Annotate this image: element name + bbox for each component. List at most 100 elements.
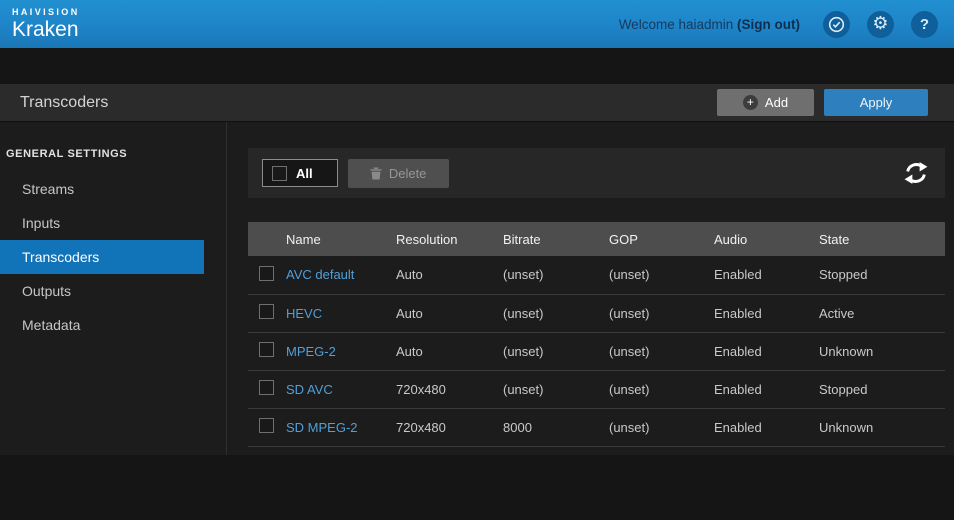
bitrate-cell: (unset) bbox=[503, 370, 609, 408]
table-row: SD MPEG-2 720x480 8000 (unset) Enabled U… bbox=[248, 408, 945, 446]
table-header: Name Resolution Bitrate GOP Audio State bbox=[248, 222, 945, 256]
audio-cell: Enabled bbox=[714, 370, 819, 408]
transcoder-link[interactable]: AVC default bbox=[286, 267, 354, 282]
row-checkbox-cell bbox=[248, 370, 286, 408]
check-circle-glyph bbox=[828, 16, 845, 33]
page-body: GENERAL SETTINGS Streams Inputs Transcod… bbox=[0, 122, 954, 455]
table-row: SD AVC 720x480 (unset) (unset) Enabled S… bbox=[248, 370, 945, 408]
audio-cell: Enabled bbox=[714, 408, 819, 446]
bitrate-cell: (unset) bbox=[503, 332, 609, 370]
sidebar-item-streams[interactable]: Streams bbox=[0, 172, 204, 206]
help-icon[interactable]: ? bbox=[911, 11, 938, 38]
topbar-right: Welcome haiadmin (Sign out) ⚙ ? bbox=[619, 11, 938, 38]
bitrate-cell: (unset) bbox=[503, 294, 609, 332]
table-row: MPEG-2 Auto (unset) (unset) Enabled Unkn… bbox=[248, 332, 945, 370]
apply-button[interactable]: Apply bbox=[824, 89, 928, 116]
sidebar-section-label: GENERAL SETTINGS bbox=[0, 148, 226, 160]
gop-cell: (unset) bbox=[609, 256, 714, 294]
help-glyph: ? bbox=[920, 16, 929, 33]
row-checkbox-cell bbox=[248, 408, 286, 446]
state-cell: Active bbox=[819, 294, 945, 332]
name-cell: HEVC bbox=[286, 294, 396, 332]
transcoder-link[interactable]: SD MPEG-2 bbox=[286, 420, 358, 435]
transcoder-link[interactable]: MPEG-2 bbox=[286, 344, 336, 359]
select-all-checkbox[interactable] bbox=[272, 166, 287, 181]
col-header-audio: Audio bbox=[714, 222, 819, 256]
transcoders-table: Name Resolution Bitrate GOP Audio State … bbox=[248, 222, 945, 447]
gop-cell: (unset) bbox=[609, 370, 714, 408]
add-button-label: Add bbox=[765, 95, 788, 110]
header-buttons: + Add Apply bbox=[717, 89, 928, 116]
resolution-cell: Auto bbox=[396, 294, 503, 332]
main-content: All Delete bbox=[227, 122, 954, 455]
resolution-cell: 720x480 bbox=[396, 370, 503, 408]
table-toolbar: All Delete bbox=[248, 148, 945, 198]
refresh-icon[interactable] bbox=[903, 161, 929, 185]
gear-icon[interactable]: ⚙ bbox=[867, 11, 894, 38]
row-checkbox-cell bbox=[248, 332, 286, 370]
sign-out-link[interactable]: (Sign out) bbox=[737, 17, 800, 32]
col-header-gop: GOP bbox=[609, 222, 714, 256]
table-row: AVC default Auto (unset) (unset) Enabled… bbox=[248, 256, 945, 294]
row-checkbox[interactable] bbox=[259, 342, 274, 357]
delete-button[interactable]: Delete bbox=[348, 159, 449, 188]
top-gap bbox=[0, 48, 954, 84]
resolution-cell: Auto bbox=[396, 332, 503, 370]
state-cell: Stopped bbox=[819, 370, 945, 408]
gop-cell: (unset) bbox=[609, 294, 714, 332]
welcome-message: Welcome haiadmin (Sign out) bbox=[619, 17, 800, 32]
row-checkbox-cell bbox=[248, 294, 286, 332]
select-all-control[interactable]: All bbox=[262, 159, 338, 187]
name-cell: SD AVC bbox=[286, 370, 396, 408]
page-title: Transcoders bbox=[20, 94, 108, 112]
row-checkbox[interactable] bbox=[259, 304, 274, 319]
refresh-arrows-glyph bbox=[903, 161, 929, 185]
name-cell: AVC default bbox=[286, 256, 396, 294]
delete-button-label: Delete bbox=[389, 166, 427, 181]
section-header: Transcoders + Add Apply bbox=[0, 84, 954, 122]
sidebar-item-transcoders[interactable]: Transcoders bbox=[0, 240, 204, 274]
audio-cell: Enabled bbox=[714, 256, 819, 294]
transcoder-link[interactable]: SD AVC bbox=[286, 382, 333, 397]
resolution-cell: Auto bbox=[396, 256, 503, 294]
trash-icon bbox=[370, 167, 382, 180]
col-header-state: State bbox=[819, 222, 945, 256]
select-all-label: All bbox=[296, 166, 313, 181]
status-check-icon[interactable] bbox=[823, 11, 850, 38]
add-button[interactable]: + Add bbox=[717, 89, 814, 116]
transcoder-link[interactable]: HEVC bbox=[286, 306, 322, 321]
col-header-bitrate: Bitrate bbox=[503, 222, 609, 256]
logo-haivision-text: HAIVISION bbox=[12, 8, 80, 17]
audio-cell: Enabled bbox=[714, 294, 819, 332]
gop-cell: (unset) bbox=[609, 332, 714, 370]
sidebar-item-metadata[interactable]: Metadata bbox=[0, 308, 204, 342]
bitrate-cell: 8000 bbox=[503, 408, 609, 446]
audio-cell: Enabled bbox=[714, 332, 819, 370]
plus-icon: + bbox=[743, 95, 758, 110]
row-checkbox-cell bbox=[248, 256, 286, 294]
welcome-user-text: Welcome haiadmin bbox=[619, 17, 734, 32]
topbar: HAIVISION Kraken Welcome haiadmin (Sign … bbox=[0, 0, 954, 48]
col-header-resolution: Resolution bbox=[396, 222, 503, 256]
gear-glyph: ⚙ bbox=[872, 15, 888, 33]
name-cell: SD MPEG-2 bbox=[286, 408, 396, 446]
sidebar: GENERAL SETTINGS Streams Inputs Transcod… bbox=[0, 122, 227, 455]
page-footer bbox=[0, 455, 954, 520]
sidebar-item-inputs[interactable]: Inputs bbox=[0, 206, 204, 240]
resolution-cell: 720x480 bbox=[396, 408, 503, 446]
state-cell: Stopped bbox=[819, 256, 945, 294]
name-cell: MPEG-2 bbox=[286, 332, 396, 370]
haivision-kraken-logo: HAIVISION Kraken bbox=[12, 8, 80, 40]
col-header-name: Name bbox=[286, 222, 396, 256]
header-checkbox-col bbox=[248, 222, 286, 256]
table-row: HEVC Auto (unset) (unset) Enabled Active bbox=[248, 294, 945, 332]
gop-cell: (unset) bbox=[609, 408, 714, 446]
logo-kraken-text: Kraken bbox=[12, 19, 80, 40]
state-cell: Unknown bbox=[819, 332, 945, 370]
state-cell: Unknown bbox=[819, 408, 945, 446]
row-checkbox[interactable] bbox=[259, 380, 274, 395]
row-checkbox[interactable] bbox=[259, 418, 274, 433]
app-root: HAIVISION Kraken Welcome haiadmin (Sign … bbox=[0, 0, 954, 520]
row-checkbox[interactable] bbox=[259, 266, 274, 281]
sidebar-item-outputs[interactable]: Outputs bbox=[0, 274, 204, 308]
